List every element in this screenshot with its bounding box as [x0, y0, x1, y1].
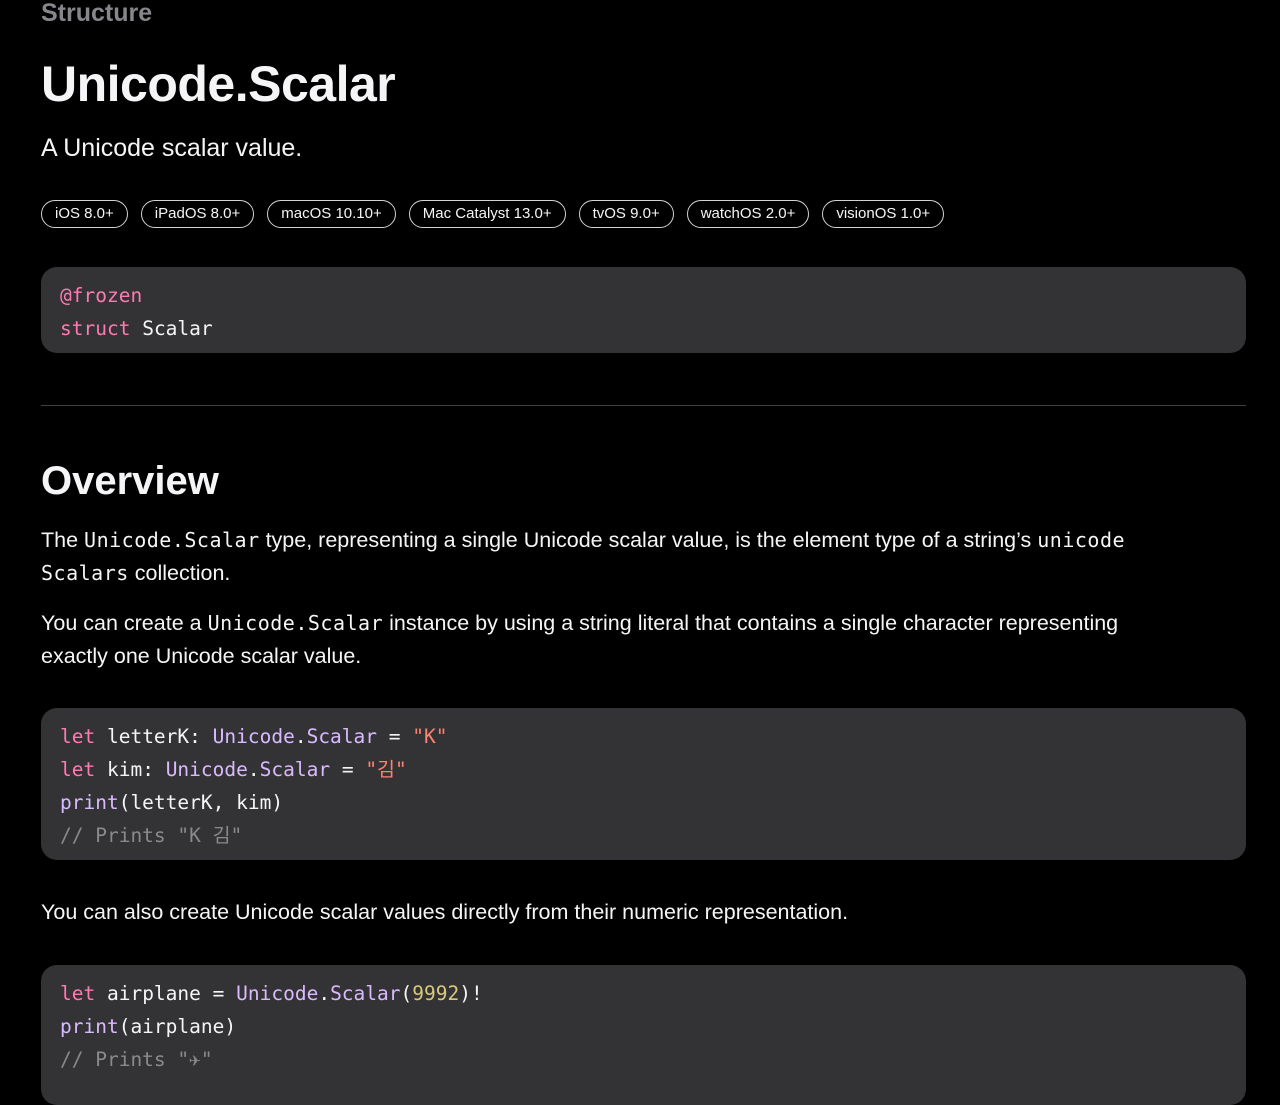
paragraph-text: instance by using a string literal that …: [383, 611, 1119, 635]
availability-badge-mac-catalyst: Mac Catalyst 13.0+: [408, 200, 566, 228]
availability-badge-ios: iOS 8.0+: [41, 200, 128, 228]
availability-badge-ipados: iPadOS 8.0+: [140, 200, 255, 228]
availability-badges: iOS 8.0+ iPadOS 8.0+ macOS 10.10+ Mac Ca…: [41, 200, 945, 228]
code-line: let kim: Unicode.Scalar = "김": [60, 753, 1227, 786]
code-punctuation: .: [294, 725, 307, 748]
code-arguments: (letterK, kim): [118, 791, 284, 814]
code-number: 9992: [412, 982, 460, 1005]
code-operator: =: [377, 725, 413, 748]
code-line: let airplane = Unicode.Scalar(9992)!: [60, 977, 1227, 1010]
symbol-kind-eyebrow: Structure: [41, 0, 153, 27]
code-comment: // Prints "K 김": [60, 824, 243, 847]
page-title: Unicode.Scalar: [41, 56, 396, 112]
inline-code-scalars: Scalars: [41, 561, 129, 585]
code-keyword: let: [60, 758, 96, 781]
paragraph-text: type, representing a single Unicode scal…: [259, 528, 1038, 552]
paragraph-text: collection.: [128, 561, 231, 585]
code-identifier: letterK:: [95, 725, 213, 748]
overview-paragraph-1: The Unicode.Scalar type, representing a …: [41, 524, 1221, 590]
overview-paragraph-3: You can also create Unicode scalar value…: [41, 900, 849, 924]
code-line: print(letterK, kim): [60, 786, 1227, 819]
code-line: print(airplane): [60, 1010, 1227, 1043]
code-punctuation: .: [247, 758, 260, 781]
code-operator: =: [330, 758, 366, 781]
code-line: let letterK: Unicode.Scalar = "K": [60, 720, 1227, 753]
inline-code-unicode: unicode: [1037, 528, 1126, 552]
code-function: print: [60, 791, 119, 814]
code-punctuation: (: [400, 982, 413, 1005]
overview-heading: Overview: [41, 459, 219, 503]
declaration-keyword: struct: [60, 317, 131, 340]
code-punctuation: )!: [459, 982, 483, 1005]
availability-badge-watchos: watchOS 2.0+: [686, 200, 810, 228]
availability-badge-visionos: visionOS 1.0+: [822, 200, 945, 228]
availability-badge-macos: macOS 10.10+: [267, 200, 396, 228]
abstract-text: A Unicode scalar value.: [41, 134, 303, 162]
code-string: "K": [412, 725, 448, 748]
code-example-airplane[interactable]: let airplane = Unicode.Scalar(9992)! prin…: [41, 965, 1246, 1105]
code-string: "김": [365, 758, 407, 781]
code-type: Scalar: [259, 758, 331, 781]
paragraph-text: You can create a: [41, 611, 208, 635]
code-type: Scalar: [306, 725, 378, 748]
inline-code-unicode-scalar: Unicode.Scalar: [84, 528, 260, 552]
inline-code-unicode-scalar: Unicode.Scalar: [207, 611, 384, 635]
code-comment: // Prints "✈": [60, 1048, 213, 1071]
paragraph-text: The: [41, 528, 85, 552]
code-type: Unicode: [212, 725, 295, 748]
section-divider: [41, 405, 1246, 406]
declaration-name: Scalar: [142, 317, 213, 340]
paragraph-text: exactly one Unicode scalar value.: [41, 644, 362, 668]
declaration-line-struct: struct Scalar: [60, 312, 1227, 345]
code-keyword: let: [60, 982, 96, 1005]
code-function: print: [60, 1015, 119, 1038]
code-identifier: airplane =: [95, 982, 237, 1005]
code-type: Unicode: [236, 982, 319, 1005]
declaration-line-attribute: @frozen: [60, 279, 1227, 312]
code-type: Unicode: [165, 758, 248, 781]
declaration-code-block[interactable]: @frozen struct Scalar: [41, 267, 1246, 353]
availability-badge-tvos: tvOS 9.0+: [578, 200, 674, 228]
code-identifier: kim:: [95, 758, 166, 781]
code-punctuation: .: [318, 982, 331, 1005]
declaration-attribute: @frozen: [60, 284, 143, 307]
code-type: Scalar: [330, 982, 401, 1005]
code-keyword: let: [60, 725, 96, 748]
code-example-letter-k[interactable]: let letterK: Unicode.Scalar = "K" let kim…: [41, 708, 1246, 860]
overview-paragraph-2: You can create a Unicode.Scalar instance…: [41, 607, 1221, 673]
code-arguments: (airplane): [118, 1015, 237, 1038]
